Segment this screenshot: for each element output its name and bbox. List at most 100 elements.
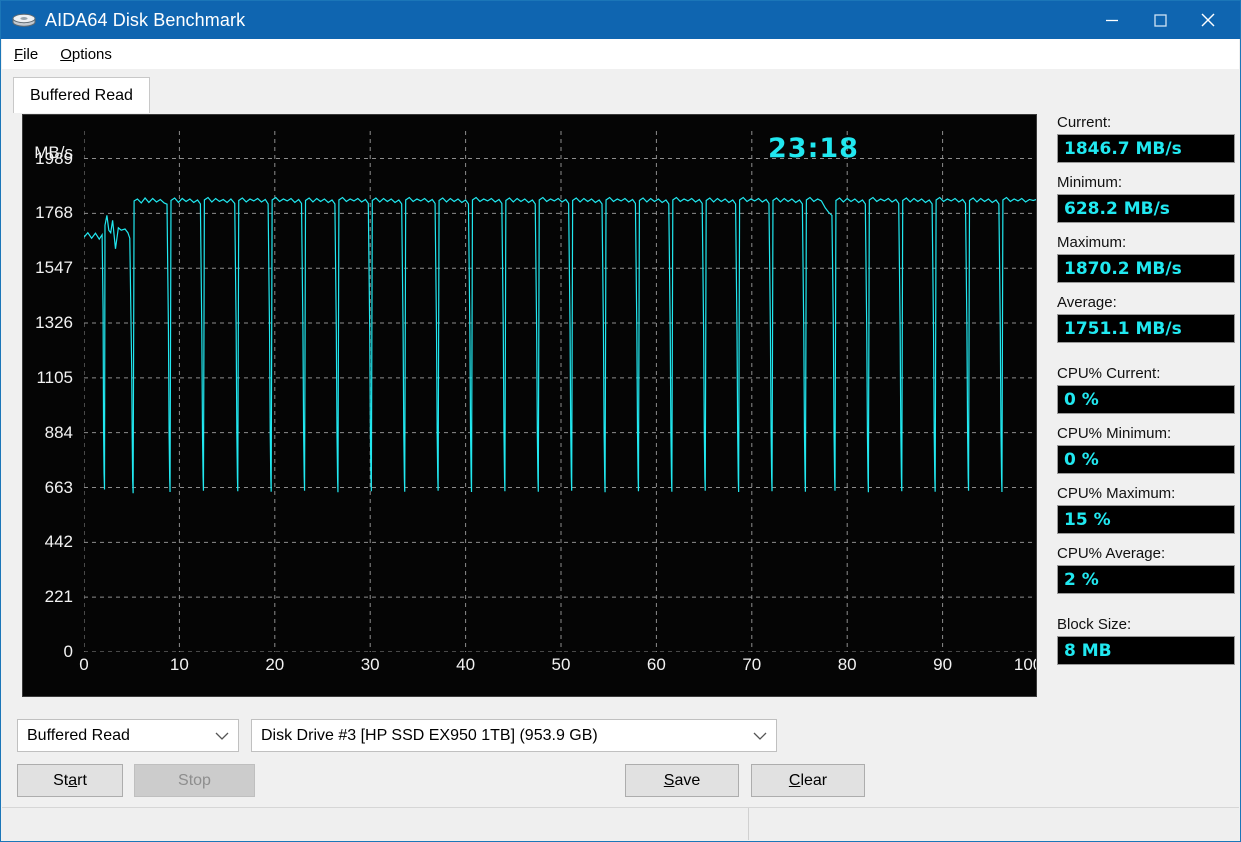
menu-bar: File Options [2,39,1239,69]
chart-y-tick-label: 1326 [35,313,73,333]
stat-maximum: Maximum: 1870.2 MB/s [1057,234,1235,283]
clear-label-rest: lear [800,771,828,789]
chart-series-buffered-read [84,197,1037,493]
stat-maximum-label: Maximum: [1057,234,1127,251]
chart-y-tick-label: 1768 [35,203,73,223]
menu-options-rest: ptions [71,45,112,63]
stat-cpu-minimum-label: CPU% Minimum: [1057,425,1172,442]
start-label-mnemonic: a [68,771,78,789]
minimize-button[interactable] [1088,1,1136,39]
chart-gridlines [84,131,1037,652]
chart-x-axis: 0 10 20 30 40 50 60 70 80 90 100 % [79,655,1036,685]
stat-cpu-maximum-box: 15 % [1057,505,1235,534]
stat-minimum-value: 628.2 MB/s [1064,198,1170,219]
stat-cpu-average-label: CPU% Average: [1057,545,1166,562]
stop-button[interactable]: Stop [134,764,255,797]
stat-current-label: Current: [1057,114,1112,131]
stat-cpu-maximum-value: 15 % [1064,509,1111,530]
stat-cpu-minimum-value: 0 % [1064,449,1099,470]
chart-y-tick-label: 663 [44,477,73,497]
stat-current-value: 1846.7 MB/s [1064,138,1182,159]
tab-buffered-read-label: Buffered Read [30,86,133,104]
tab-buffered-read[interactable]: Buffered Read [13,77,150,113]
stat-block-size: Block Size: 8 MB [1057,616,1235,665]
stat-average-box: 1751.1 MB/s [1057,314,1235,343]
stat-maximum-box: 1870.2 MB/s [1057,254,1235,283]
elapsed-timer: 23:18 [768,133,859,164]
chart-y-tick-label: 221 [44,587,73,607]
chart-x-tick-label: 10 [169,655,189,674]
start-label-post: rt [77,771,87,789]
chart-x-tick-label: 30 [360,655,380,674]
stat-cpu-current: CPU% Current: 0 % [1057,365,1235,414]
test-type-value: Buffered Read [27,726,130,744]
close-button[interactable] [1184,1,1232,39]
chart-x-tick-label: 40 [456,655,476,674]
stat-cpu-average-value: 2 % [1064,569,1099,590]
menu-options-mnemonic: O [60,45,72,63]
chevron-down-icon [215,720,229,751]
stat-cpu-average: CPU% Average: 2 % [1057,545,1235,594]
window-title: AIDA64 Disk Benchmark [45,9,246,30]
stat-cpu-minimum: CPU% Minimum: 0 % [1057,425,1235,474]
stats-panel: Current: 1846.7 MB/s Minimum: 628.2 MB/s Max… [1057,114,1235,774]
stat-average-label: Average: [1057,294,1117,311]
chart-y-tick-label: 0 [63,642,73,661]
stat-current-box: 1846.7 MB/s [1057,134,1235,163]
chart-y-tick-label: 884 [44,422,73,442]
chart-y-tick-label: 1989 [35,148,73,168]
stat-cpu-maximum: CPU% Maximum: 15 % [1057,485,1235,534]
start-button[interactable]: St a rt [17,764,123,797]
maximize-button[interactable] [1136,1,1184,39]
stat-block-size-box: 8 MB [1057,636,1235,665]
chart-y-tick-label: 1547 [35,258,73,278]
test-type-dropdown[interactable]: Buffered Read [17,719,239,752]
chart-y-tick-label: 1105 [36,367,73,387]
stat-minimum: Minimum: 628.2 MB/s [1057,174,1235,223]
save-button[interactable]: Save [625,764,739,797]
stop-label: Stop [178,771,211,789]
stat-average-value: 1751.1 MB/s [1064,318,1182,339]
save-label-rest: ave [674,771,701,789]
stat-average: Average: 1751.1 MB/s [1057,294,1235,343]
chart-x-tick-label: 60 [646,655,666,674]
chart-y-axis: MB/s 0 221 442 663 884 1105 1326 1547 1768 1989 [23,115,81,696]
chart-plot-area [84,131,1037,652]
disk-drive-value: Disk Drive #3 [HP SSD EX950 1TB] (953.9 … [261,726,598,744]
disk-drive-dropdown[interactable]: Disk Drive #3 [HP SSD EX950 1TB] (953.9 … [251,719,777,752]
chart-line-svg [84,131,1037,652]
disk-drive-icon [11,9,37,31]
menu-item-file[interactable]: File [12,44,40,65]
chart-x-tick-label: 20 [265,655,285,674]
tab-strip: Buffered Read [2,69,1239,113]
clear-button[interactable]: Clear [751,764,865,797]
stat-current: Current: 1846.7 MB/s [1057,114,1235,163]
chart-x-tick-label: 90 [933,655,953,674]
title-bar: AIDA64 Disk Benchmark [1,1,1240,39]
stat-minimum-box: 628.2 MB/s [1057,194,1235,223]
chart-x-tick-label: 80 [837,655,857,674]
stat-cpu-average-box: 2 % [1057,565,1235,594]
status-bar [2,807,1239,840]
start-label-pre: St [53,771,69,789]
chart-x-tick-label: 0 [79,655,89,674]
status-pane-right [749,808,1239,840]
bottom-controls: Buffered Read Disk Drive #3 [HP SSD EX95… [1,701,1240,806]
clear-label-mnemonic: C [788,771,801,789]
stat-cpu-maximum-label: CPU% Maximum: [1057,485,1176,502]
chart-y-tick-label: 442 [44,532,73,552]
chart-x-tick-label: 70 [742,655,762,674]
chart-x-tick-label: 50 [551,655,571,674]
menu-file-rest: ile [23,45,39,63]
status-pane-left [2,808,749,840]
stat-minimum-label: Minimum: [1057,174,1123,191]
menu-file-mnemonic: F [14,45,24,63]
stat-cpu-current-value: 0 % [1064,389,1099,410]
save-label-mnemonic: S [663,771,675,789]
stat-block-size-label: Block Size: [1057,616,1132,633]
stat-maximum-value: 1870.2 MB/s [1064,258,1182,279]
window-controls [1088,1,1232,39]
aida64-disk-benchmark-window: AIDA64 Disk Benchmark File Options Buffe… [0,0,1241,842]
stat-cpu-current-label: CPU% Current: [1057,365,1161,382]
menu-item-options[interactable]: Options [58,44,114,65]
